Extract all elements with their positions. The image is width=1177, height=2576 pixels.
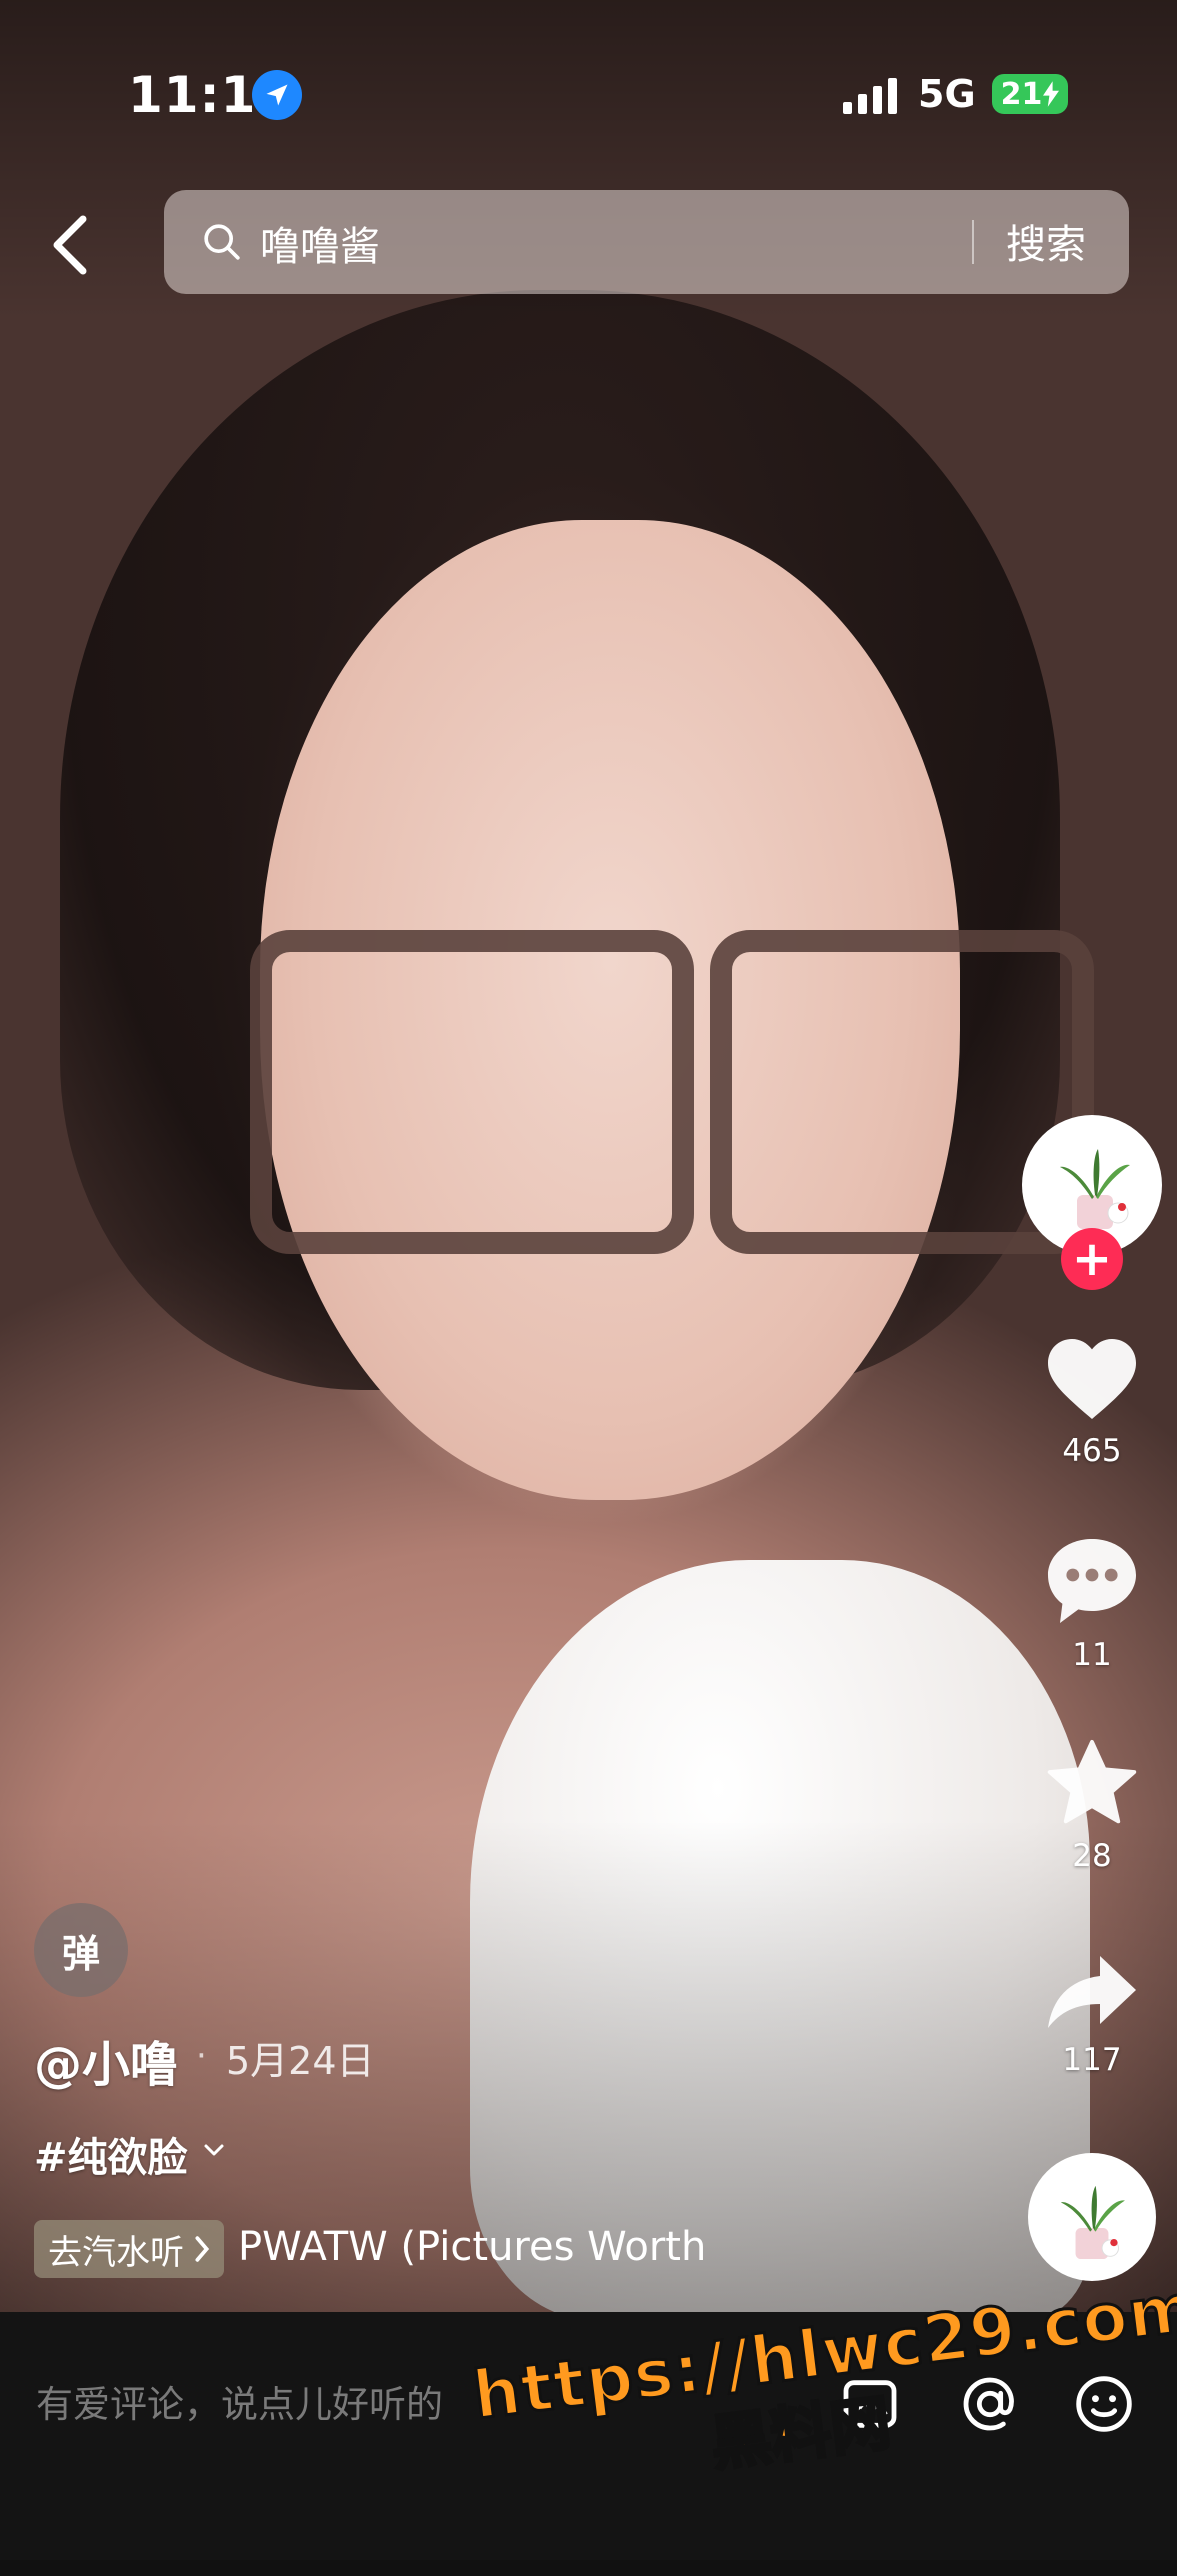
search-button[interactable]: 搜索 [1006,212,1086,270]
share-button[interactable]: 117 [1030,1952,1154,2078]
comment-bubble-icon [1048,1539,1136,1623]
comment-count: 11 [1072,1637,1112,1673]
search-bar[interactable]: 噜噜酱 搜索 [164,190,1129,294]
follow-button[interactable]: + [1061,1228,1123,1290]
danmaku-toggle-button[interactable]: 弹 [34,1903,128,1997]
battery-icon: 21 [992,74,1068,114]
chevron-right-icon [195,2236,210,2262]
search-input[interactable]: 噜噜酱 [260,214,380,272]
music-title[interactable]: PWATW (Pictures Worth [238,2224,708,2270]
like-count: 465 [1062,1433,1122,1469]
comment-input[interactable]: 有爱评论，说点儿好听的 [36,2374,443,2428]
author-name[interactable]: @小噜 [34,2025,178,2095]
status-bar: 11:19 5G 21 [0,0,1177,190]
heart-icon [1048,1339,1136,1419]
music-disc-avatar[interactable] [1028,2153,1156,2281]
cellular-signal-icon [843,78,897,114]
chevron-down-icon[interactable] [202,2138,226,2162]
search-divider [972,220,974,264]
back-button[interactable] [46,210,96,280]
search-icon [204,224,240,260]
network-type: 5G [918,72,976,116]
video-player[interactable] [0,0,1177,2312]
share-count: 117 [1062,2042,1122,2078]
music-app-button[interactable]: 去汽水听 [34,2220,224,2278]
favorite-count: 28 [1072,1838,1112,1874]
danmaku-label: 弹 [61,1931,100,1976]
music-app-label: 去汽水听 [48,2232,184,2273]
post-date: 5月24日 [226,2039,375,2083]
plant-avatar-icon [1060,2185,1125,2260]
share-arrow-icon [1048,1956,1136,2028]
battery-level: 21 [1000,76,1043,112]
favorite-button[interactable]: 28 [1030,1738,1154,1874]
star-icon [1047,1739,1137,1824]
separator-dot: · [196,2036,207,2076]
like-button[interactable]: 465 [1030,1335,1154,1469]
location-arrow-icon [252,70,302,120]
comment-button[interactable]: 11 [1030,1535,1154,1673]
chevron-left-icon [53,215,87,275]
video-content-glasses [250,930,694,1254]
hashtag[interactable]: #纯欲脸 [34,2125,188,2183]
